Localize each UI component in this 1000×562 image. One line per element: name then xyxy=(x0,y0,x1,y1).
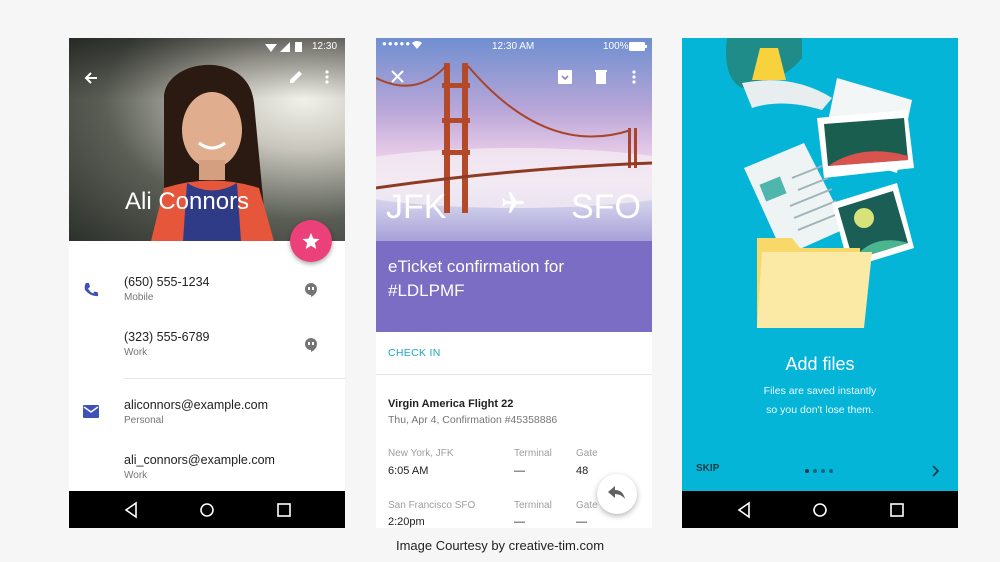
airplane-icon xyxy=(502,192,524,213)
gate-value: 48 xyxy=(576,465,589,477)
email-icon xyxy=(83,405,99,418)
gate-label: Gate xyxy=(576,500,598,511)
ticket-title-line2: #LDLPMF xyxy=(388,281,465,300)
android-nav-bar xyxy=(682,491,958,528)
signal-icon xyxy=(280,42,290,52)
status-time: 12:30 AM xyxy=(492,41,535,52)
email-type: Work xyxy=(124,470,148,481)
flight-ticket-screen: ●●●●● 12:30 AM 100% JFK SFO eTicket conf… xyxy=(376,38,652,528)
reply-icon xyxy=(608,486,625,499)
page-indicator-dot-active xyxy=(805,469,809,473)
email-address: ali_connors@example.com xyxy=(124,453,275,467)
page-indicator-dot xyxy=(813,469,817,473)
check-in-button[interactable]: CHECK IN xyxy=(388,347,441,359)
archive-icon[interactable] xyxy=(558,70,572,84)
wifi-icon xyxy=(265,44,277,52)
battery-icon xyxy=(629,42,647,51)
more-vert-icon[interactable] xyxy=(632,70,636,84)
onboarding-screen: Add files Files are saved instantly so y… xyxy=(682,38,958,528)
flight-name: Virgin America Flight 22 xyxy=(388,398,514,410)
more-vert-icon[interactable] xyxy=(325,70,329,84)
star-icon xyxy=(302,233,320,249)
terminal-label: Terminal xyxy=(514,500,552,511)
battery-percent: 100% xyxy=(603,41,629,52)
leg-place: San Francisco SFO xyxy=(388,500,476,511)
status-bar: 12:30 xyxy=(69,38,345,56)
reply-button[interactable] xyxy=(597,474,637,514)
divider xyxy=(376,374,652,375)
files-illustration xyxy=(726,38,914,328)
signal-dots-icon: ●●●●● xyxy=(382,39,412,48)
gate-label: Gate xyxy=(576,448,598,459)
ticket-title-line1: eTicket confirmation for xyxy=(388,257,565,276)
nav-home-icon[interactable] xyxy=(197,500,217,520)
hangouts-message-icon[interactable] xyxy=(304,282,318,298)
terminal-value: — xyxy=(514,465,525,477)
contact-screen: 12:30 Ali Connors (650) 555-1234 Mobile … xyxy=(69,38,345,528)
android-nav-bar xyxy=(69,491,345,528)
favorite-button[interactable] xyxy=(290,220,332,262)
gate-value: — xyxy=(576,516,587,528)
phone-number: (323) 555-6789 xyxy=(124,330,210,344)
divider xyxy=(124,378,345,379)
ticket-title-banner: eTicket confirmation for #LDLPMF xyxy=(376,241,652,332)
delete-icon[interactable] xyxy=(595,69,607,84)
page-indicator-dot xyxy=(829,469,833,473)
email-type: Personal xyxy=(124,415,164,426)
leg-time: 6:05 AM xyxy=(388,465,429,477)
terminal-value: — xyxy=(514,516,525,528)
onboarding-subtitle-line1: Files are saved instantly xyxy=(763,385,877,397)
phone-type: Work xyxy=(124,347,148,358)
nav-back-icon[interactable] xyxy=(121,500,141,520)
phone-icon xyxy=(84,283,98,297)
onboarding-heading: Add files xyxy=(785,354,855,374)
close-icon[interactable] xyxy=(391,70,404,83)
contact-name: Ali Connors xyxy=(125,188,250,215)
nav-recents-icon[interactable] xyxy=(887,500,907,520)
status-time: 12:30 xyxy=(312,41,338,52)
phone-number: (650) 555-1234 xyxy=(124,275,210,289)
edit-pencil-icon[interactable] xyxy=(288,69,304,85)
back-arrow-icon[interactable] xyxy=(83,70,99,86)
image-caption: Image Courtesy by creative-tim.com xyxy=(395,538,605,553)
battery-icon xyxy=(295,42,302,52)
leg-place: New York, JFK xyxy=(388,448,454,459)
hangouts-message-icon[interactable] xyxy=(304,337,318,353)
flight-detail: Thu, Apr 4, Confirmation #45358886 xyxy=(388,414,558,426)
page-indicator-dot xyxy=(821,469,825,473)
status-bar: ●●●●● 12:30 AM 100% xyxy=(376,38,652,56)
destination-code: SFO xyxy=(571,188,641,226)
wifi-icon xyxy=(412,41,422,49)
nav-back-icon[interactable] xyxy=(734,500,754,520)
terminal-label: Terminal xyxy=(514,448,552,459)
leg-time: 2:20pm xyxy=(388,516,425,528)
email-address: aliconnors@example.com xyxy=(124,398,269,412)
phone-type: Mobile xyxy=(124,292,154,303)
chevron-right-icon[interactable] xyxy=(932,465,940,477)
onboarding-subtitle-line2: so you don't lose them. xyxy=(766,404,874,416)
nav-home-icon[interactable] xyxy=(810,500,830,520)
skip-button[interactable]: SKIP xyxy=(696,463,719,474)
origin-code: JFK xyxy=(386,188,447,226)
nav-recents-icon[interactable] xyxy=(274,500,294,520)
